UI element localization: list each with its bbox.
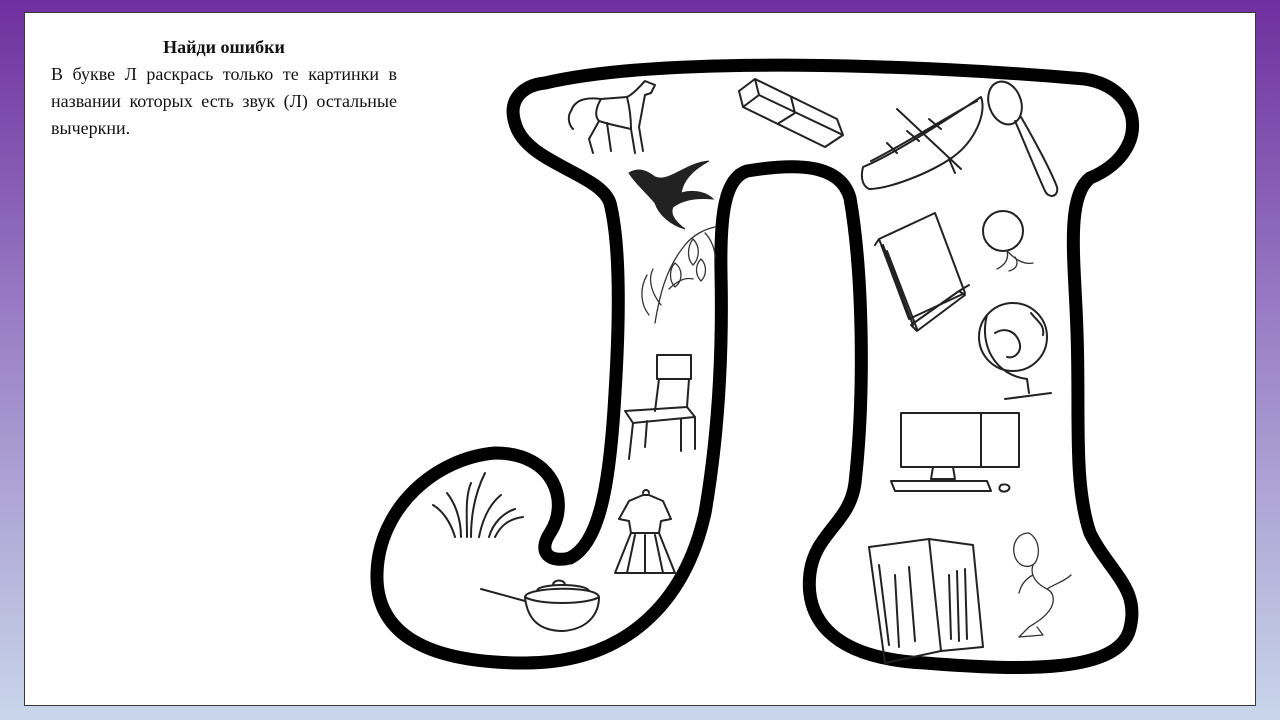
worksheet: Найди ошибки В букве Л раскрась только т… [24, 12, 1256, 706]
letter-l-drawing [370, 58, 1139, 674]
letter-l-outline [370, 58, 1139, 674]
